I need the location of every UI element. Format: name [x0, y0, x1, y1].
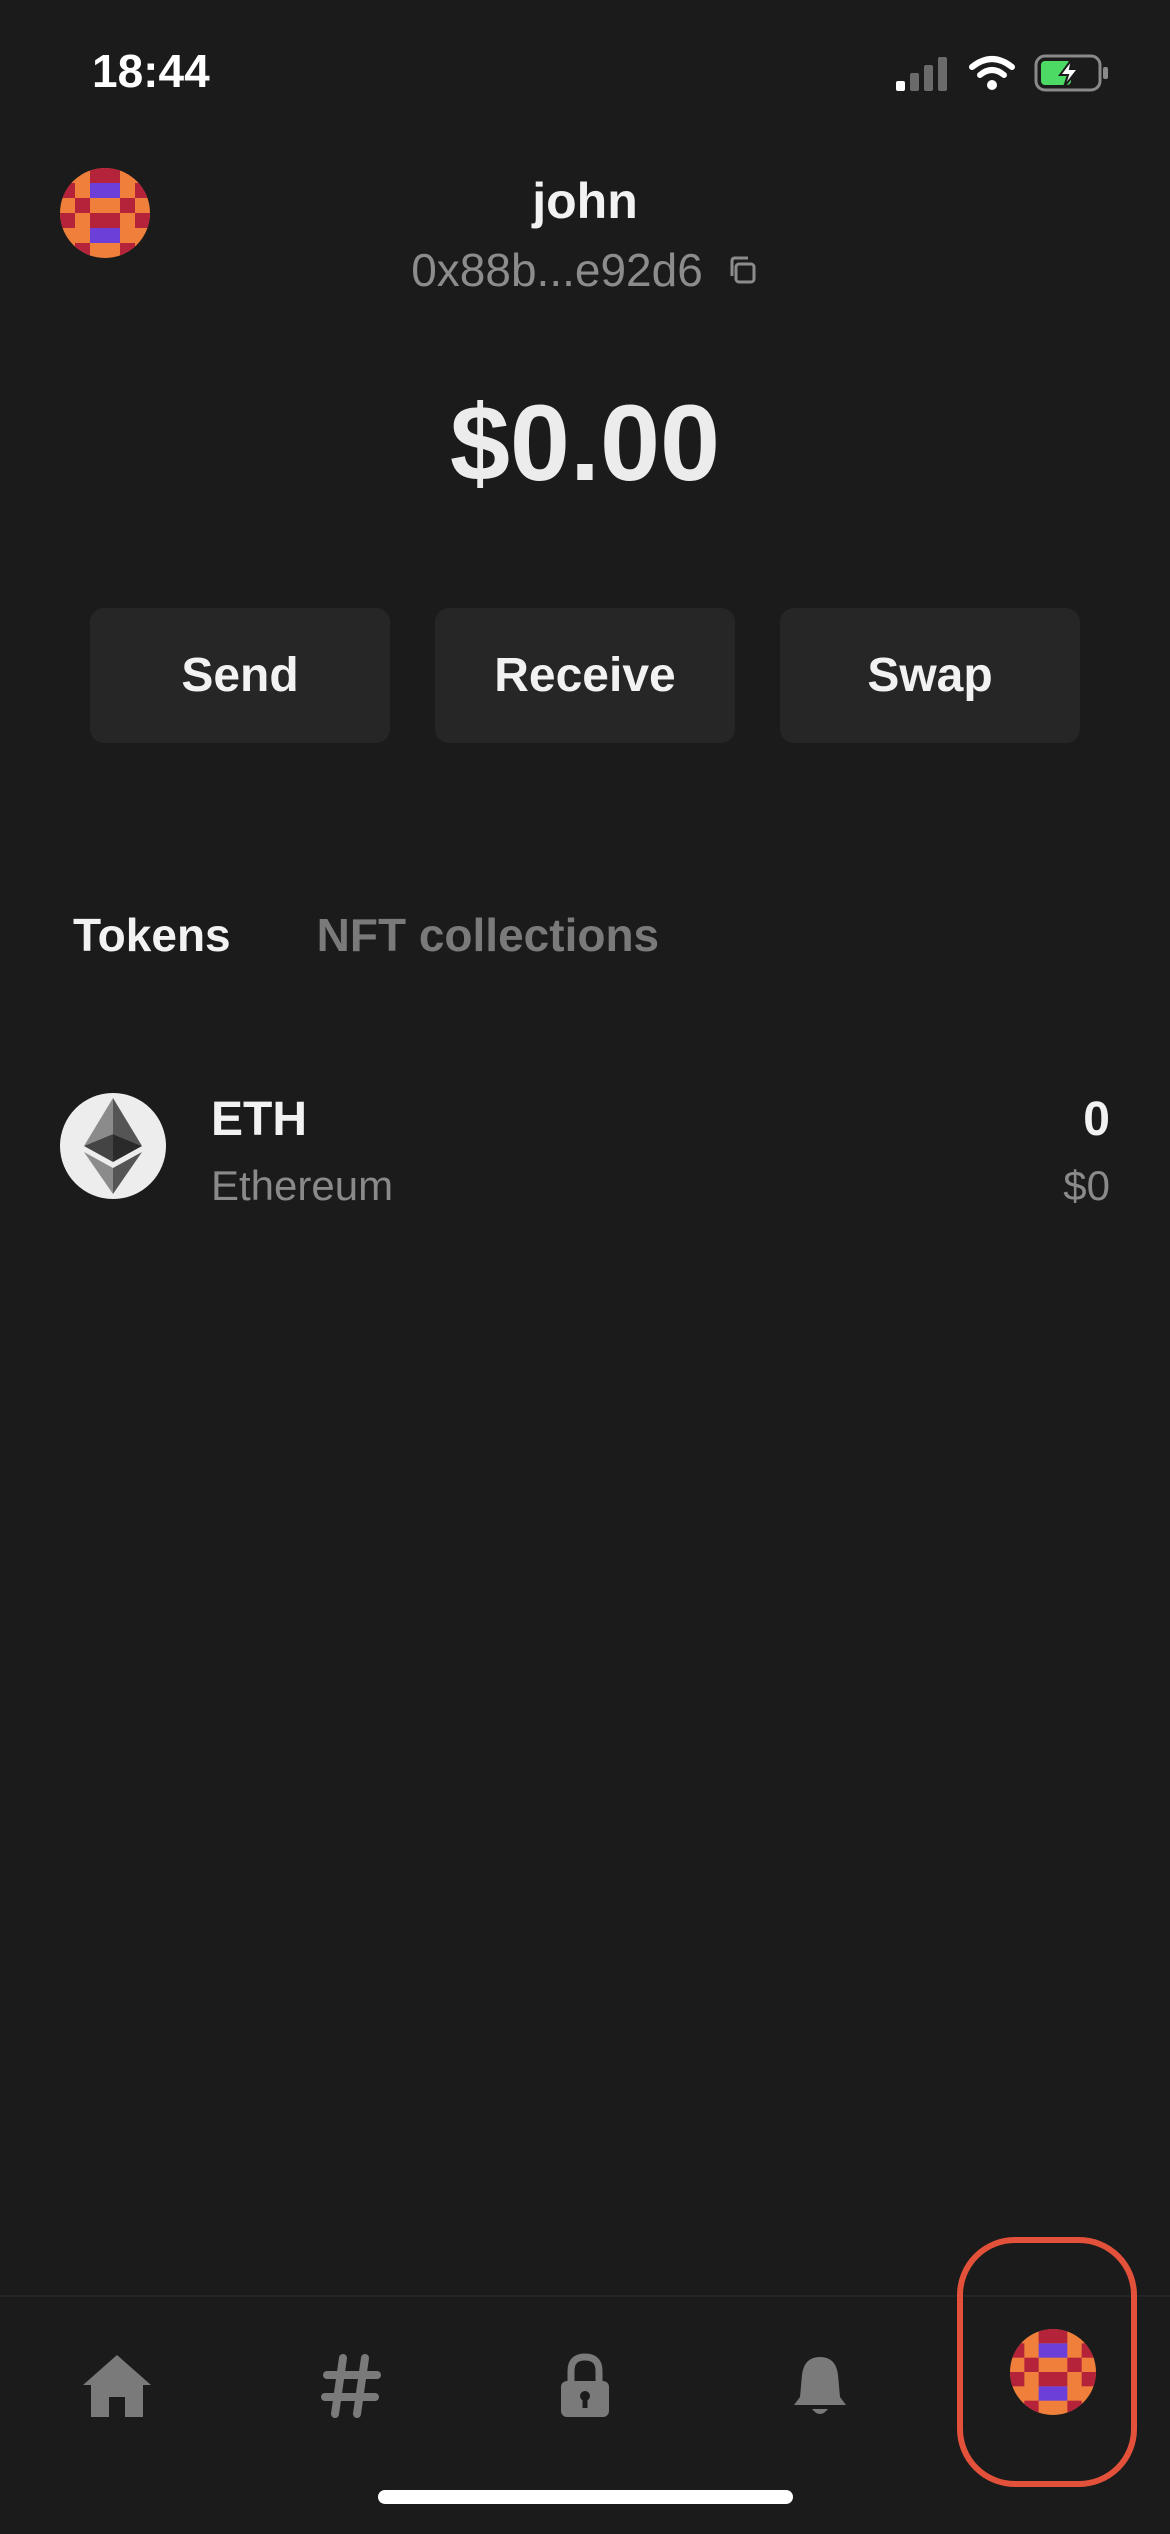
- token-amount: 0: [1083, 1093, 1110, 1146]
- copy-icon[interactable]: [725, 253, 759, 287]
- status-icons: [896, 50, 1110, 100]
- home-icon[interactable]: [72, 2341, 162, 2431]
- cellular-signal-icon: [896, 55, 950, 96]
- hashtag-icon[interactable]: [306, 2341, 396, 2431]
- ethereum-logo-icon: [60, 1093, 166, 1199]
- profile-avatar[interactable]: [1010, 2329, 1096, 2415]
- status-bar: 18:44: [0, 0, 1170, 150]
- battery-charging-icon: [1034, 53, 1110, 98]
- send-button[interactable]: Send: [90, 608, 390, 743]
- token-fiat-value: $0: [1063, 1162, 1110, 1209]
- lock-icon[interactable]: [540, 2341, 630, 2431]
- tab-nft-collections[interactable]: NFT collections: [317, 908, 659, 962]
- asset-tabs: Tokens NFT collections: [73, 908, 659, 962]
- action-buttons: Send Receive Swap: [90, 608, 1080, 743]
- wifi-icon: [968, 55, 1016, 96]
- total-balance: $0.00: [449, 382, 721, 503]
- wallet-name: john: [532, 173, 638, 229]
- token-symbol: ETH: [211, 1093, 307, 1146]
- tab-tokens[interactable]: Tokens: [73, 908, 231, 962]
- bell-icon[interactable]: [775, 2341, 865, 2431]
- token-row-eth[interactable]: ETH Ethereum 0 $0: [60, 1090, 1110, 1210]
- home-indicator[interactable]: [378, 2490, 793, 2504]
- address-row[interactable]: 0x88b...e92d6: [0, 243, 1170, 297]
- wallet-address: 0x88b...e92d6: [411, 244, 703, 296]
- token-name: Ethereum: [211, 1162, 394, 1209]
- swap-button[interactable]: Swap: [780, 608, 1080, 743]
- status-time: 18:44: [92, 45, 210, 97]
- receive-button[interactable]: Receive: [435, 608, 735, 743]
